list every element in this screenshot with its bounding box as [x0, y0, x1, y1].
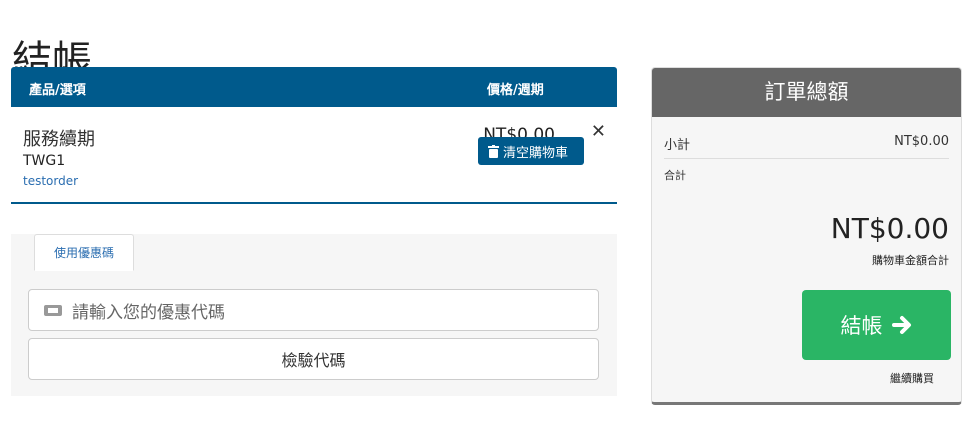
- item-sub: testorder: [23, 174, 79, 188]
- grand-total: NT$0.00: [830, 212, 949, 245]
- remove-item-button[interactable]: ✕: [591, 121, 606, 142]
- promo-code-placeholder: 請輸入您的優惠代碼: [72, 302, 225, 323]
- cart-header: 產品/選項 價格/週期: [11, 67, 617, 107]
- subtotal-value: NT$0.00: [894, 134, 949, 149]
- order-summary: 訂單總額 小計 NT$0.00 合計 NT$0.00 購物車金額合計 結帳 繼續…: [651, 67, 962, 405]
- empty-cart-label: 清空購物車: [503, 145, 569, 161]
- subtotal-row: 小計 NT$0.00: [664, 134, 949, 159]
- ticket-icon: [44, 304, 62, 316]
- summary-title: 訂單總額: [652, 68, 961, 117]
- item-domain: TWG1: [23, 153, 66, 169]
- cart-table: 產品/選項 價格/週期 服務續期 TWG1 testorder NT$0.00 …: [11, 67, 617, 204]
- column-header-price: 價格/週期: [487, 83, 544, 98]
- validate-code-button[interactable]: 檢驗代碼: [28, 338, 599, 380]
- subtotal-label: 小計: [664, 138, 691, 153]
- tab-promo-code[interactable]: 使用優惠碼: [34, 234, 134, 271]
- checkout-label: 結帳: [840, 314, 883, 338]
- empty-cart-button[interactable]: 清空購物車: [478, 137, 584, 165]
- continue-shopping-link[interactable]: 繼續購買: [890, 370, 934, 386]
- item-name: 服務續期: [23, 129, 95, 150]
- column-header-product: 產品/選項: [29, 83, 86, 98]
- promo-tabs: 使用優惠碼: [11, 234, 617, 272]
- promo-code-input[interactable]: 請輸入您的優惠代碼: [28, 289, 599, 331]
- trash-icon: [488, 144, 499, 158]
- arrow-right-icon: [891, 316, 911, 334]
- close-icon: ✕: [590, 121, 606, 142]
- grand-total-caption: 購物車金額合計: [872, 254, 949, 267]
- checkout-button[interactable]: 結帳: [802, 290, 951, 360]
- promo-panel: 請輸入您的優惠代碼 檢驗代碼: [11, 271, 617, 396]
- total-label: 合計: [664, 169, 686, 182]
